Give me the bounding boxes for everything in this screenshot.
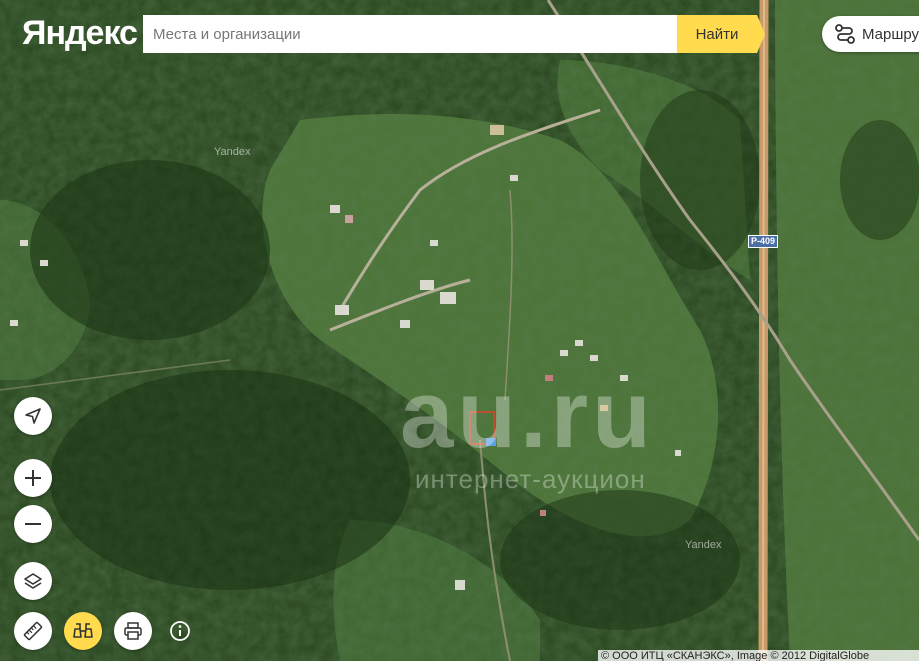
ruler-icon [23,621,43,641]
forest-patch [640,90,760,270]
forest-patch [30,160,270,340]
minus-icon [25,523,41,525]
zoom-in-button[interactable] [14,459,52,497]
layers-icon [24,573,42,589]
au-ru-watermark: au.ru [400,361,655,468]
plus-icon [25,470,41,486]
road-label: Р-409 [748,235,779,248]
forest-patch [50,370,410,590]
layers-button[interactable] [14,562,52,600]
info-button[interactable] [168,619,192,643]
au-ru-watermark-sub: интернет-аукцион [415,464,646,494]
routes-button[interactable]: Маршруты [822,16,919,52]
routes-label: Маршруты [862,25,919,43]
yandex-logo[interactable]: Яндекс [22,14,138,53]
copyright-text: © ООО ИТЦ «СКАНЭКС», Image © 2012 Digita… [598,650,919,661]
panorama-button[interactable] [64,612,102,650]
yandex-watermark: Yandex [214,146,251,158]
print-button[interactable] [114,612,152,650]
binoculars-icon [73,623,93,638]
navigation-arrow-icon [25,408,41,424]
zoom-out-button[interactable] [14,505,52,543]
forest-patch [500,490,740,630]
find-button[interactable]: Найти [677,15,757,53]
search-input[interactable] [143,15,677,53]
printer-icon [124,622,142,640]
forest-patch [840,120,919,240]
yandex-watermark: Yandex [685,539,722,551]
route-icon [835,24,855,44]
find-button-arrow[interactable] [757,15,765,53]
info-icon [170,621,190,641]
geolocation-button[interactable] [14,397,52,435]
ruler-button[interactable] [14,612,52,650]
satellite-map[interactable] [0,0,919,661]
